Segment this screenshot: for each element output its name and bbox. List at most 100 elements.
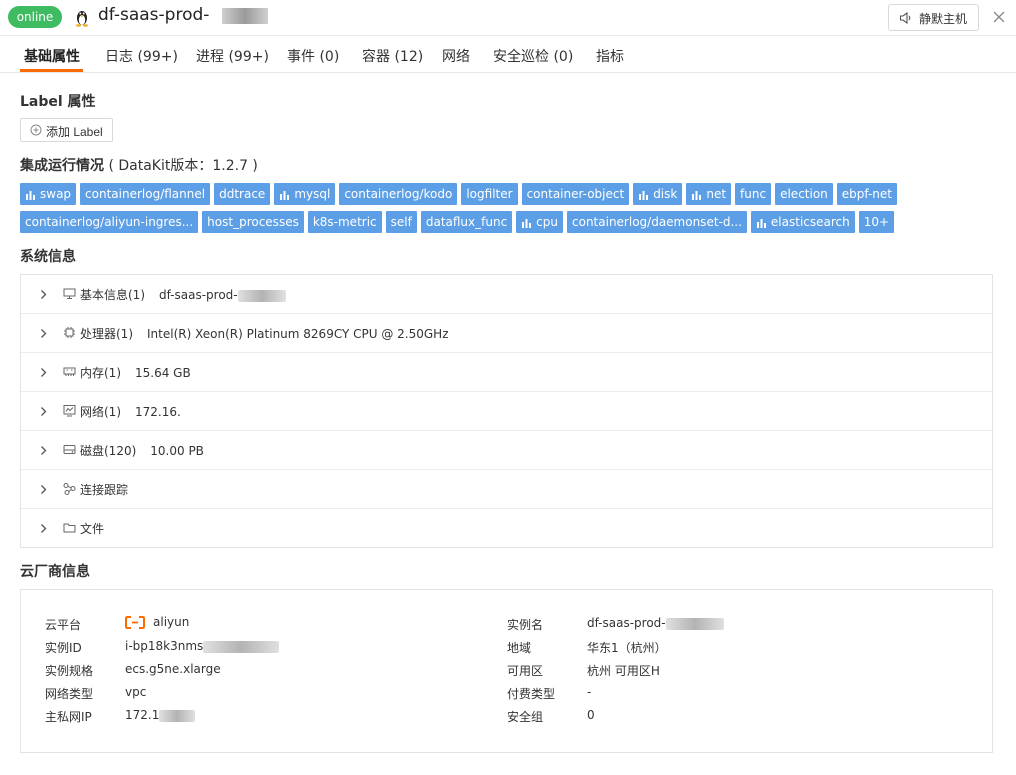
tab-basic-properties[interactable]: 基础属性 xyxy=(24,46,80,66)
bar-chart-icon xyxy=(280,190,290,200)
chevron-right-icon xyxy=(41,524,47,533)
mute-host-button[interactable]: 静默主机 xyxy=(888,4,979,31)
integration-tag[interactable]: k8s-metric xyxy=(307,211,382,233)
field-value: vpc xyxy=(125,685,147,699)
integration-tag-label: net xyxy=(706,187,727,201)
mute-host-label: 静默主机 xyxy=(919,12,968,26)
integration-tag[interactable]: containerlog/aliyun-ingres... xyxy=(20,211,199,233)
field-key: 实例规格 xyxy=(45,664,94,678)
aliyun-icon xyxy=(125,616,145,629)
tab-security-check[interactable]: 安全巡检 (0) xyxy=(493,46,573,66)
chevron-right-icon xyxy=(41,446,47,455)
integration-tag-label: elasticsearch xyxy=(770,215,850,229)
sys-row-processor[interactable]: 处理器(1) Intel(R) Xeon(R) Platinum 8269CY C… xyxy=(21,314,992,353)
integration-tag-label: swap xyxy=(40,187,72,201)
tab-processes[interactable]: 进程 (99+) xyxy=(196,46,269,66)
tab-containers[interactable]: 容器 (12) xyxy=(362,46,423,66)
integration-tag[interactable]: disk xyxy=(633,183,683,205)
cloud-platform-value: aliyun xyxy=(153,615,190,629)
bar-chart-icon xyxy=(639,190,649,200)
integration-tag[interactable]: container-object xyxy=(521,183,630,205)
integration-tag-label: host_processes xyxy=(207,215,299,229)
cloud-info-title: 云厂商信息 xyxy=(20,564,90,580)
sys-row-basic-info[interactable]: 基本信息(1) df-saas-prod- xyxy=(21,275,992,314)
tab-network[interactable]: 网络 xyxy=(442,46,470,66)
chevron-right-icon xyxy=(41,290,47,299)
field-value: 172.1 xyxy=(125,708,196,722)
field-key: 安全组 xyxy=(507,710,544,724)
integration-tag-label: dataflux_func xyxy=(425,215,508,229)
field-value: 华东1（杭州） xyxy=(587,641,667,655)
sys-row-label: 连接跟踪 xyxy=(80,483,129,497)
integration-tag[interactable]: self xyxy=(385,211,417,233)
integration-tag-label: mysql xyxy=(294,187,331,201)
sys-row-disk[interactable]: 磁盘(120) 10.00 PB xyxy=(21,431,992,470)
sys-row-connection-tracking[interactable]: 连接跟踪 xyxy=(21,470,992,509)
integration-tag[interactable]: containerlog/kodo xyxy=(339,183,458,205)
cloud-info-panel: 云平台 aliyun 实例ID i-bp18k3nms 实例规格 ecs.g5n… xyxy=(20,589,993,753)
close-icon[interactable] xyxy=(991,9,1007,25)
field-key: 网络类型 xyxy=(45,687,94,701)
label-section-title: Label 属性 xyxy=(20,94,96,110)
chevron-right-icon xyxy=(41,407,47,416)
add-label-button[interactable]: 添加 Label xyxy=(20,118,113,142)
field-key: 实例ID xyxy=(45,641,82,655)
sys-row-network[interactable]: 网络(1) 172.16. xyxy=(21,392,992,431)
integration-tag[interactable]: logfilter xyxy=(461,183,518,205)
integration-tag-label: containerlog/daemonset-d... xyxy=(572,215,742,229)
redaction-mask xyxy=(665,617,724,630)
active-tab-indicator xyxy=(20,69,83,72)
integration-tag[interactable]: containerlog/daemonset-d... xyxy=(567,211,747,233)
redaction-mask xyxy=(203,640,280,653)
sys-row-label: 内存(1) xyxy=(80,366,121,380)
integration-tag-label: ddtrace xyxy=(219,187,266,201)
tab-logs[interactable]: 日志 (99+) xyxy=(105,46,178,66)
cpu-icon xyxy=(64,327,75,338)
integration-tag[interactable]: 10+ xyxy=(858,211,895,233)
host-title: df-saas-prod- xyxy=(98,5,210,25)
tab-events[interactable]: 事件 (0) xyxy=(287,46,339,66)
integration-tag-label: container-object xyxy=(526,187,625,201)
tab-metrics[interactable]: 指标 xyxy=(596,46,624,66)
integration-tag-label: ebpf-net xyxy=(841,187,892,201)
sys-row-files[interactable]: 文件 xyxy=(21,509,992,548)
integration-tag[interactable]: containerlog/flannel xyxy=(80,183,211,205)
redaction-mask xyxy=(222,8,268,24)
field-value: 0 xyxy=(587,708,595,722)
integration-tag[interactable]: dataflux_func xyxy=(420,211,513,233)
integration-tag[interactable]: swap xyxy=(20,183,77,205)
integration-tag-label: self xyxy=(390,215,412,229)
integration-tag[interactable]: cpu xyxy=(516,211,563,233)
integration-tag[interactable]: ddtrace xyxy=(214,183,271,205)
field-value: i-bp18k3nms xyxy=(125,639,280,653)
integration-tag-label: k8s-metric xyxy=(312,215,377,229)
integration-tag-label: containerlog/flannel xyxy=(85,187,206,201)
status-badge: online xyxy=(8,6,62,28)
integration-tag-label: containerlog/aliyun-ingres... xyxy=(25,215,194,229)
field-key: 主私网IP xyxy=(45,710,92,724)
integration-tag[interactable]: net xyxy=(686,183,732,205)
integration-tag[interactable]: elasticsearch xyxy=(750,211,855,233)
field-value: aliyun xyxy=(125,615,189,629)
integration-tag[interactable]: func xyxy=(735,183,772,205)
field-value: 杭州 可用区H xyxy=(587,664,660,678)
sys-row-memory[interactable]: 内存(1) 15.64 GB xyxy=(21,353,992,392)
disk-icon xyxy=(63,445,76,454)
chevron-right-icon xyxy=(41,485,47,494)
integration-tag-label: logfilter xyxy=(466,187,513,201)
integration-tag-label: 10+ xyxy=(863,215,890,229)
plus-circle-icon xyxy=(30,124,42,136)
add-label-text: 添加 Label xyxy=(46,125,103,139)
bar-chart-icon xyxy=(756,218,766,228)
integration-tag[interactable]: ebpf-net xyxy=(836,183,897,205)
integration-tag[interactable]: mysql xyxy=(274,183,336,205)
folder-icon xyxy=(63,523,76,533)
field-key: 实例名 xyxy=(507,618,544,632)
field-value: - xyxy=(587,685,592,699)
bar-chart-icon xyxy=(692,190,702,200)
sys-row-label: 基本信息(1) xyxy=(80,288,145,302)
sys-row-value: df-saas-prod- xyxy=(159,288,238,302)
integration-tag[interactable]: host_processes xyxy=(202,211,304,233)
redaction-mask xyxy=(159,709,196,722)
integration-tag[interactable]: election xyxy=(775,183,833,205)
